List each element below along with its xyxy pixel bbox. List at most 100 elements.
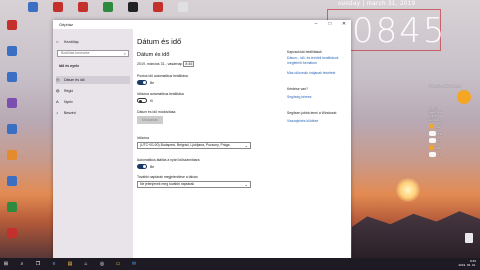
improve-title: Segítsen jobbá tenni a Windowst bbox=[287, 111, 337, 115]
forecast-row: Th bbox=[429, 152, 479, 157]
explorer-icon[interactable]: ▤ bbox=[66, 260, 74, 268]
search-icon[interactable]: ⌕ bbox=[18, 260, 26, 268]
mail-icon[interactable]: ✉ bbox=[130, 260, 138, 268]
app-icon bbox=[7, 176, 17, 186]
nav-item-label: Régió bbox=[64, 89, 74, 93]
nav-item-language[interactable]: A Nyelv bbox=[56, 98, 130, 106]
section-title: Dátum és idő bbox=[137, 52, 170, 58]
folder-icon[interactable]: ▭ bbox=[114, 260, 122, 268]
clock-widget-time: 0845 bbox=[352, 11, 447, 51]
app-icon bbox=[128, 2, 138, 12]
related-link[interactable]: Dátum-, idő- és területi beállítások bbox=[287, 56, 338, 60]
nav-item-label: Nyelv bbox=[64, 100, 73, 104]
extra-calendars-label: További naptárak megjelenítése a tálcán bbox=[137, 175, 198, 179]
auto-timezone-toggle[interactable] bbox=[137, 98, 147, 103]
desktop-left-icons bbox=[2, 20, 24, 254]
nav-home-label: Kezdőlap bbox=[64, 40, 79, 44]
maximize-button[interactable]: □ bbox=[323, 20, 337, 29]
sun-icon bbox=[429, 145, 434, 150]
desktop-icon[interactable] bbox=[2, 46, 22, 70]
settings-window: Gépház – □ ✕ ⌂ Kezdőlap Beállítás keresés… bbox=[53, 20, 351, 258]
title-bar[interactable]: Gépház – □ ✕ bbox=[53, 20, 351, 29]
app-icon bbox=[78, 2, 88, 12]
weather-line: Humidity bbox=[429, 118, 441, 122]
weather-widget: Veszprém, CS, Hungary Sunny Feels like W… bbox=[429, 84, 479, 157]
related-link-2[interactable]: megfelelő formátum bbox=[287, 61, 317, 65]
app-icon bbox=[28, 2, 38, 12]
weather-location: Veszprém, CS, Hungary bbox=[429, 84, 462, 88]
cloud-icon bbox=[429, 131, 436, 136]
bin-glyph bbox=[465, 233, 473, 243]
forecast-day: Su bbox=[436, 124, 440, 129]
related-title: Kapcsolódó beállítások bbox=[287, 50, 322, 54]
language-icon: A bbox=[56, 99, 59, 104]
steam-icon[interactable]: ◎ bbox=[98, 260, 106, 268]
change-datetime-label: Dátum és idő módosítása bbox=[137, 110, 176, 114]
app-icon bbox=[7, 98, 17, 108]
forecast-row: Mo bbox=[429, 131, 479, 136]
desktop-icon[interactable] bbox=[2, 98, 22, 122]
sun-glow bbox=[396, 178, 420, 202]
nav-item-datetime[interactable]: ◷ Dátum és idő bbox=[56, 76, 130, 84]
help-link[interactable]: Segítség kérése bbox=[287, 95, 312, 99]
forecast-day: Mo bbox=[438, 131, 443, 136]
tray-date: 2019. 03. 31. bbox=[458, 263, 476, 267]
task-view-icon[interactable]: ❐ bbox=[34, 260, 42, 268]
desktop-icon[interactable] bbox=[2, 202, 22, 226]
sun-icon bbox=[429, 124, 434, 129]
dst-state: Be bbox=[150, 164, 155, 169]
change-datetime-button[interactable]: Módosítás bbox=[137, 116, 163, 124]
extra-calendars-select[interactable]: Ne jelenjenek meg további naptárak ⌄ bbox=[137, 181, 251, 188]
home-icon: ⌂ bbox=[56, 39, 59, 44]
chevron-down-icon: ⌄ bbox=[244, 182, 248, 187]
taskbar: ⊞ ⌕ ❐ e ▤ ⌂ ◎ ▭ ✉ 8:45 2019. 03. 31. bbox=[0, 258, 480, 270]
settings-nav: ⌂ Kezdőlap Beállítás keresése ⌕ Idő és nye… bbox=[53, 29, 133, 258]
timezone-select[interactable]: (UTC+01:00) Budapest, Belgrád, Ljubljana… bbox=[137, 142, 251, 149]
close-button[interactable]: ✕ bbox=[337, 20, 351, 29]
timezone-label: Időzóna bbox=[137, 136, 150, 140]
tray-clock[interactable]: 8:45 2019. 03. 31. bbox=[458, 259, 476, 267]
current-time: 8:45 bbox=[183, 61, 195, 67]
app-icon bbox=[7, 20, 17, 30]
recycle-bin-icon[interactable] bbox=[463, 233, 475, 247]
nav-section-title: Idő és nyelv bbox=[59, 64, 80, 68]
extra-calendars-value: Ne jelenjenek meg további naptárak bbox=[140, 182, 195, 186]
desktop-icon[interactable] bbox=[24, 2, 42, 26]
chevron-down-icon: ⌄ bbox=[244, 143, 248, 148]
search-input[interactable]: Beállítás keresése ⌕ bbox=[57, 50, 129, 57]
microphone-icon: ♪ bbox=[56, 110, 58, 115]
start-icon[interactable]: ⊞ bbox=[2, 260, 10, 268]
desktop-icon[interactable] bbox=[2, 20, 22, 44]
edge-icon[interactable]: e bbox=[50, 260, 58, 268]
store-icon[interactable]: ⌂ bbox=[82, 260, 90, 268]
current-datetime: 2019. március 31., vasárnap 8:45 bbox=[137, 61, 195, 67]
desktop-icon[interactable] bbox=[2, 150, 22, 174]
auto-time-toggle[interactable] bbox=[137, 80, 147, 85]
forecast-day: Tu bbox=[438, 138, 442, 143]
timezone-value: (UTC+01:00) Budapest, Belgrád, Ljubljana… bbox=[140, 143, 230, 147]
minimize-button[interactable]: – bbox=[309, 20, 323, 29]
feedback-link[interactable]: Visszajelzés küldése bbox=[287, 119, 318, 123]
app-icon bbox=[153, 2, 163, 12]
desktop-icon[interactable] bbox=[2, 72, 22, 96]
window-title: Gépház bbox=[59, 22, 74, 27]
cloud-icon bbox=[429, 152, 436, 157]
desktop-icon[interactable] bbox=[2, 176, 22, 200]
nav-item-region[interactable]: ◍ Régió bbox=[56, 87, 130, 95]
clock-widget-date: sunday | march 31, 2019 bbox=[338, 1, 416, 7]
desktop-icon[interactable] bbox=[2, 228, 22, 252]
nav-home[interactable]: ⌂ Kezdőlap bbox=[56, 38, 130, 46]
sun-icon bbox=[457, 90, 471, 104]
app-icon bbox=[53, 2, 63, 12]
page-title: Dátum és idő bbox=[137, 37, 182, 46]
question-title: Kérdése van? bbox=[287, 87, 308, 91]
desktop-icon[interactable] bbox=[2, 124, 22, 148]
add-clocks-link[interactable]: Más időzónák órájának felvétele bbox=[287, 71, 335, 75]
calendar-clock-icon: ◷ bbox=[56, 77, 60, 82]
forecast-day: We bbox=[436, 145, 441, 150]
dst-toggle[interactable] bbox=[137, 164, 147, 169]
search-placeholder: Beállítás keresése bbox=[61, 51, 90, 55]
nav-item-speech[interactable]: ♪ Beszéd bbox=[56, 109, 130, 117]
app-icon bbox=[7, 124, 17, 134]
forecast-row: We bbox=[429, 145, 479, 150]
